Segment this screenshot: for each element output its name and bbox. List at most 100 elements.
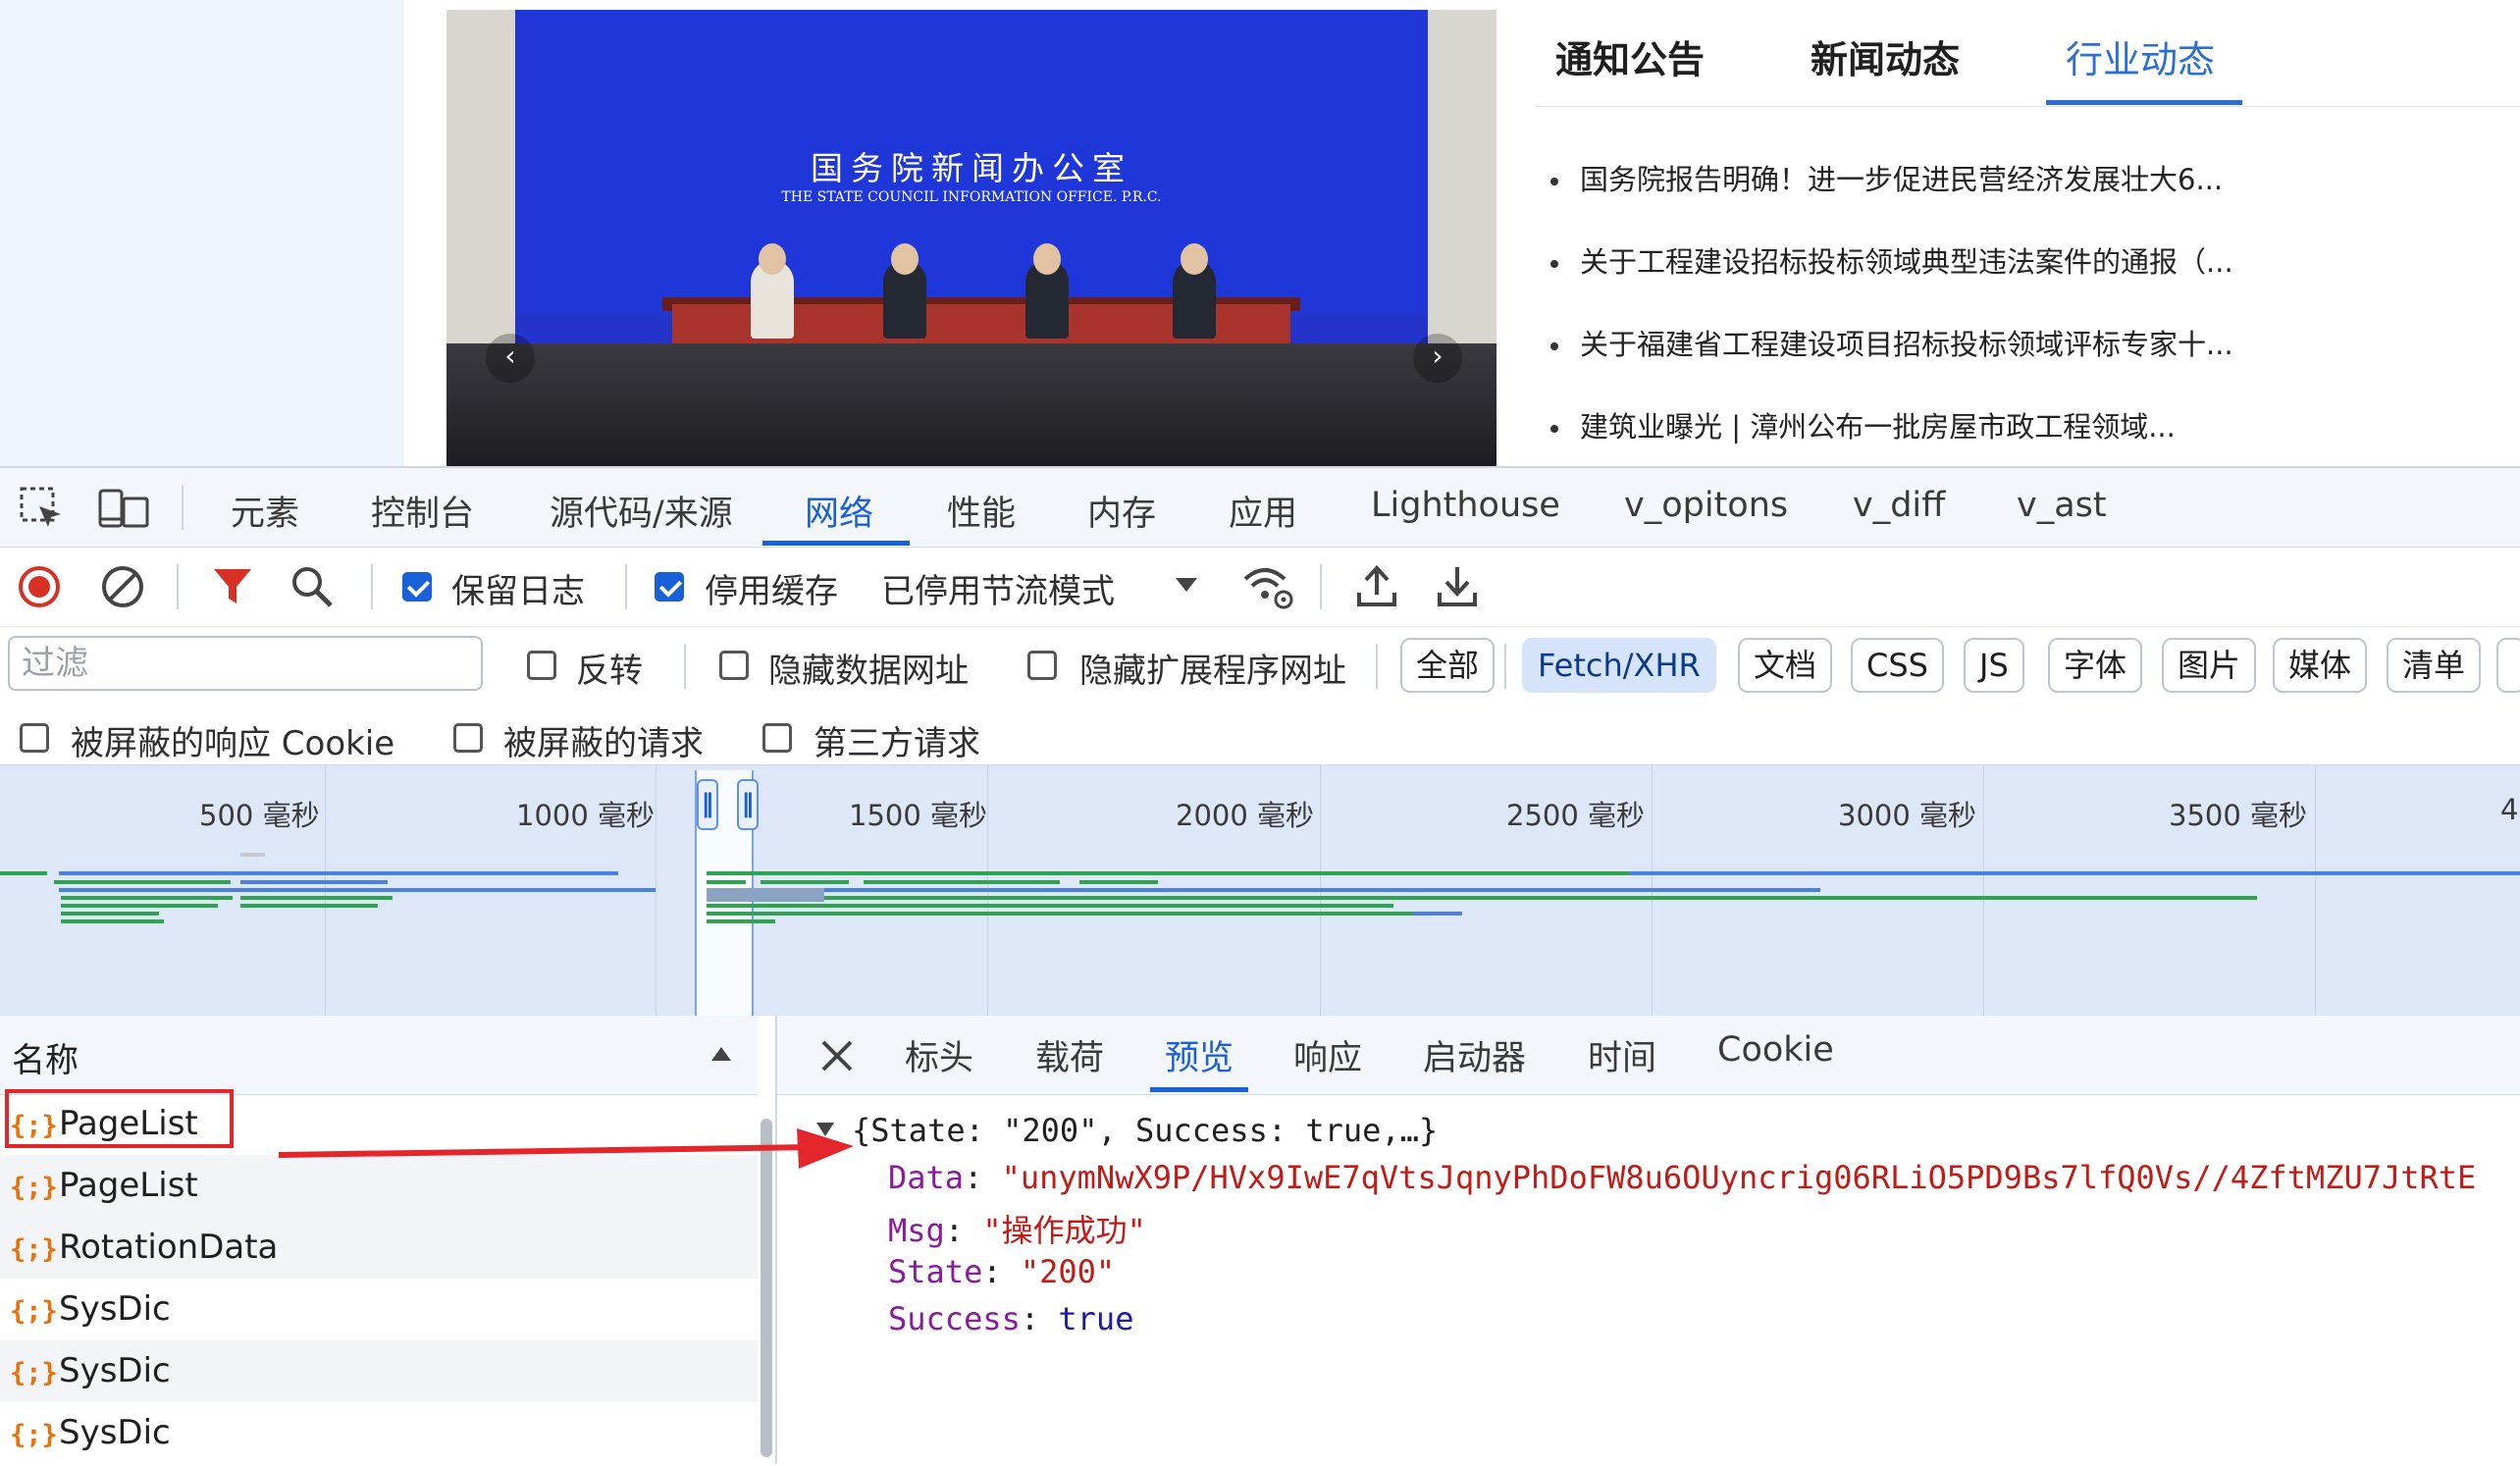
bullet-icon [1550,178,1558,185]
type-filter-all[interactable]: 全部 [1400,638,1496,693]
type-filter-img[interactable]: 图片 [2162,638,2257,693]
tab-v-ast[interactable]: v_ast [2017,486,2107,525]
preview-summary[interactable]: {State: "200", Success: true,…} [852,1112,1438,1149]
overview-left-handle[interactable]: ‖ [697,779,718,830]
news-tab-industry[interactable]: 行业动态 [2066,29,2215,83]
request-name[interactable]: SysDic [59,1289,171,1329]
detail-tab-timing[interactable]: 时间 [1588,1030,1656,1080]
tab-elements[interactable]: 元素 [231,486,299,536]
type-filter-media[interactable]: 媒体 [2273,638,2368,693]
name-column-header[interactable]: 名称 [12,1033,79,1081]
search-icon[interactable] [289,564,335,609]
clear-icon[interactable] [100,564,145,609]
type-filter-js[interactable]: JS [1964,638,2024,693]
hide-extension-urls-checkbox[interactable] [1027,651,1057,680]
sort-ascending-icon[interactable] [709,1045,733,1063]
network-conditions-icon[interactable] [1241,563,1294,610]
throttling-select[interactable]: 已停用节流模式 [881,564,1115,612]
device-toolbar-icon[interactable] [98,487,149,530]
tab-network[interactable]: 网络 [805,486,873,536]
news-item[interactable]: 建筑业曝光 | 漳州公布一批房屋市政工程领域... [1550,404,2176,445]
news-tab-notices[interactable]: 通知公告 [1555,29,1705,83]
detail-tab-payload[interactable]: 载荷 [1035,1030,1104,1080]
invert-checkbox[interactable] [527,651,556,680]
preview-msg-line[interactable]: Msg: "操作成功" [888,1206,1146,1251]
request-row[interactable]: {;}SysDic [0,1340,758,1402]
news-item[interactable]: 关于工程建设招标投标领域典型违法案件的通报（... [1550,239,2233,281]
preview-success-line[interactable]: Success: true [888,1300,1133,1337]
request-row[interactable]: {;}SysDic [0,1402,758,1464]
request-name[interactable]: SysDic [59,1351,171,1390]
preview-msg-value: "操作成功" [982,1212,1146,1249]
type-filter-manifest[interactable]: 清单 [2387,638,2482,693]
type-filter-more[interactable] [2496,638,2520,693]
speaker-head [759,243,786,275]
overview-bar [707,880,746,884]
preview-state-line[interactable]: State: "200" [888,1253,1115,1290]
record-stop-icon[interactable] [17,564,62,609]
filter-separator [1376,644,1378,689]
news-item-title[interactable]: 关于福建省工程建设项目招标投标领域评标专家十... [1580,328,2233,361]
overview-bar [61,904,218,908]
preview-data-value: "unymNwX9P/HVx9IwE7qVtsJqnyPhDoFW8u6OUyn… [1001,1159,2477,1196]
request-name[interactable]: SysDic [59,1413,171,1452]
third-party-label: 第三方请求 [814,724,980,763]
tab-v-diff[interactable]: v_diff [1853,486,1945,525]
tab-console[interactable]: 控制台 [371,486,474,536]
preserve-log-checkbox[interactable] [402,572,432,602]
detail-tab-preview[interactable]: 预览 [1165,1030,1234,1080]
detail-tab-cookies[interactable]: Cookie [1717,1030,1834,1070]
tab-v-opitons[interactable]: v_opitons [1624,486,1788,525]
news-item-title[interactable]: 国务院报告明确！进一步促进民营经济发展壮大6... [1580,163,2223,196]
tab-lighthouse[interactable]: Lighthouse [1371,486,1560,525]
news-banner-image[interactable]: 国务院新闻办公室 THE STATE COUNCIL INFORMATION O… [446,10,1496,466]
speaker-head [1181,243,1208,275]
tab-memory[interactable]: 内存 [1087,486,1156,536]
news-tab-news[interactable]: 新闻动态 [1811,29,1960,83]
toolbar-separator [371,564,373,609]
detail-tab-response[interactable]: 响应 [1293,1030,1362,1080]
type-filter-css[interactable]: CSS [1851,638,1944,693]
news-item-title[interactable]: 建筑业曝光 | 漳州公布一批房屋市政工程领域... [1580,410,2176,444]
third-party-checkbox[interactable] [762,723,792,753]
overview-bar [240,853,265,857]
type-filter-fetch-xhr[interactable]: Fetch/XHR [1522,638,1716,693]
inspect-element-icon[interactable] [18,485,65,532]
toolbar-separator [1320,564,1322,609]
banner-prev-icon[interactable]: ‹ [486,334,535,383]
overview-bar [61,919,164,923]
type-filter-doc[interactable]: 文档 [1738,638,1833,693]
page-left-strip [0,0,403,466]
chevron-down-icon[interactable] [1174,576,1199,594]
audience [446,343,1496,466]
request-name[interactable]: RotationData [59,1228,278,1267]
overview-bar [240,880,388,884]
preview-data-line[interactable]: Data: "unymNwX9P/HVx9IwE7qVtsJqnyPhDoFW8… [888,1159,2476,1196]
disable-cache-checkbox[interactable] [655,572,684,602]
blocked-requests-label: 被屏蔽的请求 [503,724,704,763]
tab-sources[interactable]: 源代码/来源 [550,486,733,536]
hide-data-urls-checkbox[interactable] [719,651,749,680]
detail-tab-headers[interactable]: 标头 [905,1030,973,1080]
overview-right-handle[interactable]: ‖ [737,779,759,830]
filter-icon[interactable] [211,566,254,607]
tab-performance[interactable]: 性能 [947,486,1016,536]
tab-application[interactable]: 应用 [1229,486,1297,536]
news-item-title[interactable]: 关于工程建设招标投标领域典型违法案件的通报（... [1580,245,2233,279]
blocked-cookies-checkbox[interactable] [20,723,49,753]
blocked-requests-checkbox[interactable] [453,723,483,753]
filter-input[interactable] [8,636,483,691]
news-item[interactable]: 关于福建省工程建设项目招标投标领域评标专家十... [1550,322,2233,363]
request-row[interactable]: {;}RotationData [0,1217,758,1279]
detail-tab-initiator[interactable]: 启动器 [1423,1030,1526,1080]
export-har-icon[interactable] [1435,563,1480,610]
request-row[interactable]: {;}SysDic [0,1279,758,1340]
type-filter-font[interactable]: 字体 [2048,638,2143,693]
close-icon[interactable] [819,1038,855,1073]
banner-next-icon[interactable]: › [1413,334,1462,383]
news-item[interactable]: 国务院报告明确！进一步促进民营经济发展壮大6... [1550,157,2223,198]
import-har-icon[interactable] [1354,563,1399,610]
request-name[interactable]: PageList [59,1166,198,1205]
tick-label: 2500 毫秒 [1506,799,1646,832]
request-list-header[interactable] [0,1016,758,1095]
